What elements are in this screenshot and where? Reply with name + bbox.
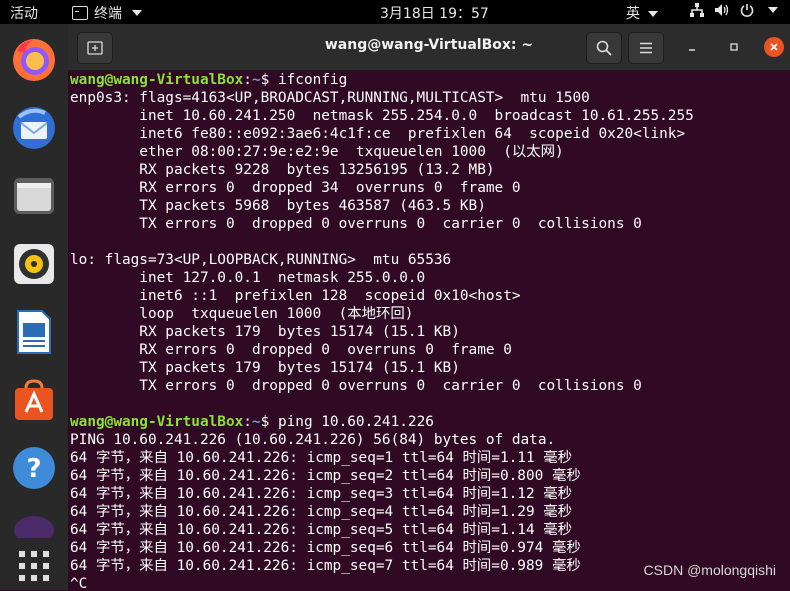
terminal-window: wang@wang-VirtualBox: ~ wang@wang-Virtua…: [68, 24, 790, 591]
output-line: enp0s3: flags=4163<UP,BROADCAST,RUNNING,…: [70, 90, 590, 106]
files-icon: [14, 178, 54, 214]
maximize-icon: [730, 43, 738, 51]
output-line: inet 10.60.241.250 netmask 255.254.0.0 b…: [70, 108, 694, 124]
dock-item-rhythmbox[interactable]: [10, 240, 58, 288]
output-line: 64 字节，来自 10.60.241.226: icmp_seq=6 ttl=6…: [70, 540, 581, 556]
app-menu-label: 终端: [94, 6, 122, 22]
output-line: loop txqueuelen 1000 (本地环回): [70, 306, 414, 322]
minimize-button[interactable]: [682, 37, 702, 57]
libreoffice-writer-icon: [17, 310, 51, 354]
dock: ?: [0, 24, 68, 590]
output-line: RX packets 9228 bytes 13256195 (13.2 MB): [70, 162, 495, 178]
show-applications-button[interactable]: [10, 542, 58, 590]
dock-item-help[interactable]: ?: [10, 444, 58, 492]
firefox-icon: [13, 39, 55, 81]
search-button[interactable]: [586, 32, 622, 64]
window-headerbar: wang@wang-VirtualBox: ~: [68, 24, 790, 71]
clock[interactable]: 3月18日 19：57: [380, 3, 489, 23]
command-line: wang@wang-VirtualBox:~$ ping 10.60.241.2…: [70, 414, 434, 430]
menu-button[interactable]: [628, 32, 664, 64]
output-line: TX packets 5968 bytes 463587 (463.5 KB): [70, 198, 486, 214]
svg-text:?: ?: [26, 454, 41, 484]
dock-item-thunderbird[interactable]: [10, 104, 58, 152]
dock-item-software[interactable]: [10, 376, 58, 424]
chevron-down-icon: [648, 11, 659, 17]
chevron-down-icon: [132, 10, 142, 16]
output-line: 64 字节，来自 10.60.241.226: icmp_seq=2 ttl=6…: [70, 468, 581, 484]
output-line: RX packets 179 bytes 15174 (15.1 KB): [70, 324, 460, 340]
rhythmbox-icon: [14, 244, 54, 284]
terminal-output[interactable]: wang@wang-VirtualBox:~$ ifconfig enp0s3:…: [70, 71, 786, 591]
output-line: inet 127.0.0.1 netmask 255.0.0.0: [70, 270, 426, 286]
minimize-icon: [689, 49, 695, 51]
power-icon: [740, 4, 754, 17]
output-line: 64 字节，来自 10.60.241.226: icmp_seq=4 ttl=6…: [70, 504, 573, 520]
close-button[interactable]: [764, 37, 784, 57]
output-line: 64 字节，来自 10.60.241.226: icmp_seq=3 ttl=6…: [70, 486, 573, 502]
command-line: wang@wang-VirtualBox:~$ ifconfig: [70, 72, 348, 88]
hamburger-menu-icon: [640, 42, 652, 54]
search-icon: [596, 40, 612, 56]
app-grid-icon: [19, 551, 49, 581]
close-icon: [770, 43, 778, 51]
output-line: TX packets 179 bytes 15174 (15.1 KB): [70, 360, 460, 376]
terminal-app-icon: [72, 6, 88, 20]
output-line: ether 08:00:27:9e:e2:9e txqueuelen 1000 …: [70, 144, 564, 160]
thunderbird-icon: [13, 107, 55, 149]
output-line: PING 10.60.241.226 (10.60.241.226) 56(84…: [70, 432, 556, 448]
top-bar: 活动 终端 3月18日 19：57 英: [0, 0, 790, 24]
input-method-button[interactable]: 英: [626, 3, 659, 23]
dock-item-files[interactable]: [10, 172, 58, 220]
output-line: 64 字节，来自 10.60.241.226: icmp_seq=5 ttl=6…: [70, 522, 573, 538]
ubuntu-software-icon: [15, 379, 53, 420]
output-line: RX errors 0 dropped 0 overruns 0 frame 0: [70, 342, 512, 358]
output-line: 64 字节，来自 10.60.241.226: icmp_seq=1 ttl=6…: [70, 450, 573, 466]
output-line: TX errors 0 dropped 0 overruns 0 carrier…: [70, 216, 642, 232]
app-menu-button[interactable]: 终端: [72, 3, 142, 23]
volume-icon: [715, 4, 729, 16]
watermark: CSDN @molongqishi: [643, 562, 776, 578]
chevron-down-icon: [768, 7, 778, 13]
help-icon: ?: [13, 447, 55, 489]
terminal-icon: [14, 516, 54, 538]
output-line: inet6 fe80::e092:3ae6:4c1f:ce prefixlen …: [70, 126, 686, 142]
dock-item-firefox[interactable]: [10, 36, 58, 84]
dock-item-terminal[interactable]: [10, 508, 58, 538]
network-icon: [690, 3, 704, 17]
input-method-label: 英: [626, 6, 640, 22]
output-line: lo: flags=73<UP,LOOPBACK,RUNNING> mtu 65…: [70, 252, 452, 268]
output-line: inet6 ::1 prefixlen 128 scopeid 0x10<hos…: [70, 288, 521, 304]
output-line: TX errors 0 dropped 0 overruns 0 carrier…: [70, 378, 642, 394]
output-line: RX errors 0 dropped 34 overruns 0 frame …: [70, 180, 521, 196]
maximize-button[interactable]: [724, 37, 744, 57]
system-tray[interactable]: [690, 3, 778, 17]
dock-item-writer[interactable]: [10, 308, 58, 356]
ifconfig-output: enp0s3: flags=4163<UP,BROADCAST,RUNNING,…: [70, 89, 786, 413]
activities-button[interactable]: 活动: [10, 3, 38, 23]
